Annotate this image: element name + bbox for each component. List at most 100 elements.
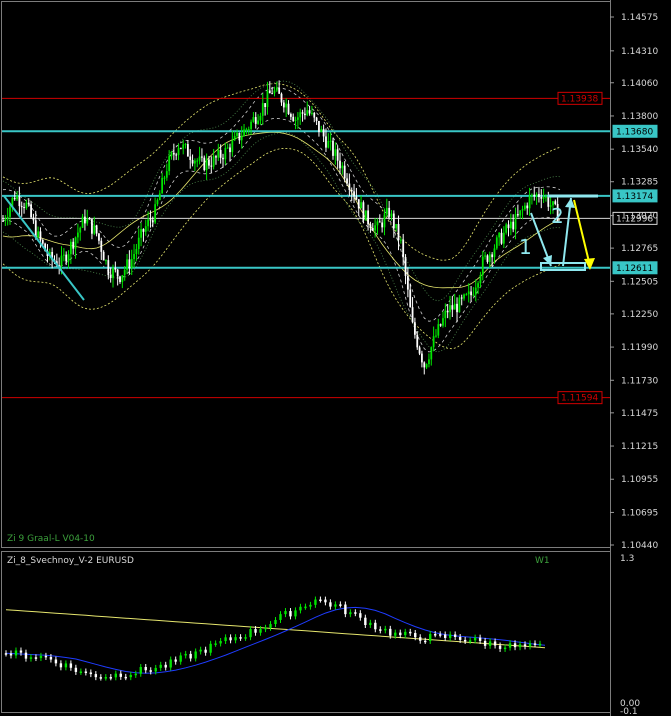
levels-layer: 1.139381.136801.131741.129981.126111.115…	[2, 91, 658, 405]
candle-body	[507, 224, 510, 229]
y-tick-label: 1.10695	[621, 508, 658, 518]
osc-body	[468, 640, 472, 642]
osc-body	[269, 624, 272, 628]
osc-body	[349, 612, 352, 615]
candle-body	[444, 310, 447, 319]
osc-body	[369, 622, 372, 626]
osc-body	[414, 632, 417, 638]
candle-body	[156, 200, 159, 205]
candle-body	[371, 228, 374, 231]
osc-body	[159, 664, 162, 668]
candle-body	[271, 93, 274, 95]
candle-body	[488, 254, 491, 262]
osc-body	[114, 673, 117, 678]
candle-body	[60, 255, 63, 266]
candle-body	[163, 177, 166, 179]
candle-body	[542, 197, 545, 199]
moving-average	[2, 131, 561, 289]
sub-scale-top: 1.3	[620, 554, 634, 564]
osc-body	[139, 667, 142, 674]
osc-body	[199, 649, 202, 652]
candle-body	[383, 214, 386, 228]
osc-body	[74, 667, 78, 672]
osc-body	[229, 637, 232, 641]
osc-body	[244, 637, 247, 639]
candle-body	[311, 112, 313, 114]
candle-body	[519, 210, 522, 216]
y-tick-label: 1.11215	[621, 442, 658, 452]
candle-body	[39, 231, 42, 241]
candle-body	[458, 297, 461, 313]
candle-body	[435, 335, 437, 337]
osc-body	[463, 639, 467, 642]
candle-body	[456, 303, 458, 313]
osc-body	[279, 614, 282, 620]
candle-body	[32, 217, 35, 221]
candle-body	[491, 254, 494, 258]
timeframe-label: W1	[535, 556, 550, 566]
candle-body	[285, 103, 288, 108]
main-indicator-label: Zi 9 Graal-L V04-10	[7, 534, 95, 544]
wave2-arrow	[562, 197, 572, 267]
sub-indicator-layer	[4, 596, 546, 681]
osc-body	[284, 611, 287, 615]
candle-body	[27, 202, 30, 205]
candle-body	[151, 220, 154, 223]
candle-body	[540, 197, 543, 199]
candle-body	[126, 259, 128, 270]
osc-body	[189, 653, 192, 659]
osc-body	[508, 643, 512, 648]
osc-body	[344, 604, 347, 615]
candle-body	[259, 115, 262, 121]
candle-body	[498, 232, 501, 238]
y-tick-label: 1.13800	[621, 112, 658, 122]
sub-panel-frame	[1, 551, 611, 713]
candle-body	[376, 221, 379, 226]
osc-body	[289, 611, 292, 617]
osc-body	[483, 640, 487, 646]
candle-body	[313, 112, 316, 118]
trading-chart: 1.139381.136801.131741.129981.126111.115…	[1, 0, 658, 716]
price-axis: 1.14575 1.14310 1.14060 1.13800 1.13540 1.132…	[610, 13, 658, 551]
candle-body	[390, 213, 393, 217]
candle-body	[523, 205, 526, 210]
candle-body	[69, 241, 72, 255]
candle-body	[287, 103, 290, 115]
candle-body	[135, 249, 138, 254]
candle-body	[306, 110, 309, 116]
sub-scale-bottom2: -0.1	[620, 707, 638, 716]
candle-body	[189, 156, 192, 160]
candle-body	[72, 241, 75, 249]
wave-label-1: 1	[519, 235, 532, 259]
candle-body	[381, 222, 384, 228]
candle-body	[158, 193, 161, 201]
candle-body	[62, 254, 65, 256]
candle-body	[186, 144, 189, 157]
candle-body	[545, 196, 547, 198]
candle-body	[425, 364, 428, 368]
candle-body	[531, 194, 533, 196]
candle-body	[505, 224, 508, 233]
candle-body	[116, 269, 119, 277]
osc-body	[409, 631, 412, 634]
candle-body	[322, 129, 325, 137]
candle-body	[37, 231, 40, 238]
candle-body	[329, 140, 332, 142]
osc-body	[214, 643, 217, 645]
candle-body	[177, 147, 180, 156]
candle-body	[350, 189, 353, 192]
candle-body	[521, 209, 524, 211]
osc-body	[473, 637, 477, 641]
candle-body	[273, 90, 276, 94]
candle-body	[2, 220, 4, 222]
osc-body	[538, 643, 542, 646]
candle-body	[325, 136, 327, 148]
osc-body	[448, 634, 452, 638]
candle-body	[470, 291, 472, 296]
osc-body	[119, 673, 122, 677]
osc-body	[498, 645, 502, 649]
osc-body	[49, 656, 53, 660]
candle-body	[423, 362, 426, 368]
osc-body	[14, 650, 18, 656]
osc-body	[149, 670, 152, 672]
